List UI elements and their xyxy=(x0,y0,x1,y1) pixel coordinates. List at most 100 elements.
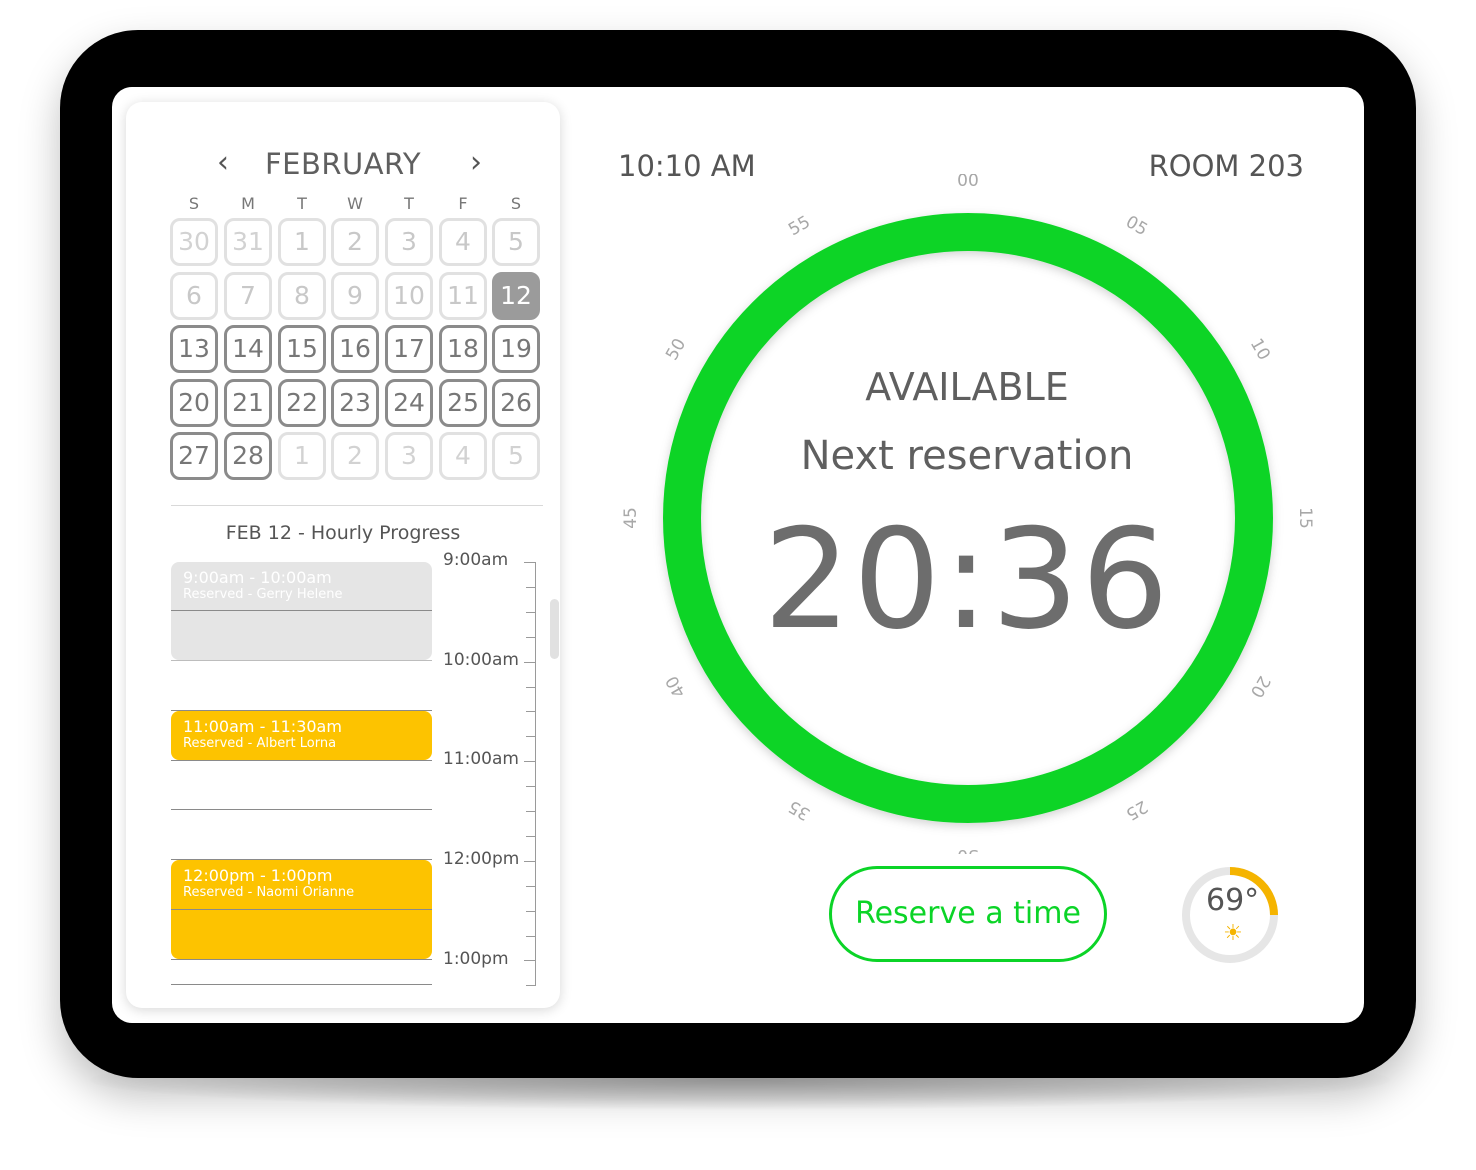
divider xyxy=(171,505,543,506)
calendar-day[interactable]: 14 xyxy=(224,325,272,373)
scrollbar-thumb[interactable] xyxy=(550,599,559,659)
hour-label: 12:00pm xyxy=(443,849,520,869)
reservation-name: Reserved - Gerry Helene xyxy=(183,587,343,602)
time-ruler xyxy=(535,562,536,986)
ruler-tick xyxy=(526,835,535,837)
month-label: FEBRUARY xyxy=(264,147,422,181)
ruler-tick xyxy=(526,786,535,788)
hour-label: 1:00pm xyxy=(443,949,509,969)
minute-mark: 05 xyxy=(1122,212,1151,240)
calendar-day[interactable]: 23 xyxy=(331,378,379,427)
weekday-label: T xyxy=(297,194,307,213)
hour-label: 9:00am xyxy=(443,550,509,570)
calendar-day[interactable]: 27 xyxy=(170,432,218,480)
calendar-day[interactable]: 3 xyxy=(385,432,433,480)
ruler-tick xyxy=(526,935,535,937)
ruler-tick xyxy=(526,885,535,887)
hourly-progress-title: FEB 12 - Hourly Progress xyxy=(225,522,461,544)
calendar-day[interactable]: 8 xyxy=(278,271,326,320)
minute-mark: 20 xyxy=(1246,672,1274,701)
calendar-day[interactable]: 1 xyxy=(278,218,326,266)
weekday-label: S xyxy=(510,194,522,213)
ruler-tick xyxy=(524,960,535,962)
calendar-day[interactable]: 2 xyxy=(331,432,379,480)
timeline-gridline xyxy=(171,760,432,761)
calendar-day[interactable]: 24 xyxy=(385,378,433,427)
reservation-block[interactable]: 9:00am - 10:00am Reserved - Gerry Helene xyxy=(171,562,432,660)
calendar-day[interactable]: 18 xyxy=(439,325,487,373)
sun-icon: ☀ xyxy=(1223,921,1243,946)
calendar-day[interactable]: 13 xyxy=(170,325,218,373)
timeline-gridline xyxy=(171,809,432,810)
calendar-day[interactable]: 22 xyxy=(278,378,326,427)
minute-mark: 00 xyxy=(957,174,979,191)
calendar-day[interactable]: 9 xyxy=(331,271,379,320)
minute-mark: 15 xyxy=(1295,507,1315,529)
ruler-tick xyxy=(526,586,535,588)
calendar-day[interactable]: 19 xyxy=(492,325,540,373)
minute-mark: 25 xyxy=(1122,796,1151,824)
weekday-label: S xyxy=(188,194,200,213)
room-display-screen: ‹ FEBRUARY › S M T W T F S 30 31 1 2 3 4 5 6 7 8 9… xyxy=(112,87,1364,1023)
calendar-day[interactable]: 15 xyxy=(278,325,326,373)
calendar-day[interactable]: 4 xyxy=(439,218,487,266)
status-label: AVAILABLE xyxy=(865,365,1069,409)
minute-mark: 10 xyxy=(1246,335,1274,364)
ruler-tick xyxy=(526,736,535,738)
calendar-day[interactable]: 26 xyxy=(492,378,540,427)
calendar-day[interactable]: 10 xyxy=(385,271,433,320)
timeline-gridline xyxy=(171,660,432,661)
weekday-label: F xyxy=(458,194,468,213)
minute-mark: 45 xyxy=(621,507,641,529)
minute-mark: 50 xyxy=(662,335,690,364)
calendar-day[interactable]: 30 xyxy=(170,218,218,266)
schedule-panel: ‹ FEBRUARY › S M T W T F S 30 31 1 2 3 4 5 6 7 8 9… xyxy=(126,102,560,1008)
ruler-tick xyxy=(526,811,535,812)
reservation-time: 11:00am - 11:30am xyxy=(183,717,342,736)
hourly-timeline: 9:00am - 10:00am Reserved - Gerry Helene… xyxy=(126,550,560,992)
calendar-day[interactable]: 16 xyxy=(331,325,379,373)
calendar-day[interactable]: 21 xyxy=(224,378,272,427)
calendar-day[interactable]: 4 xyxy=(439,432,487,480)
calendar-day-selected[interactable]: 12 xyxy=(492,271,540,320)
reservation-time: 9:00am - 10:00am xyxy=(183,568,332,587)
ruler-tick xyxy=(524,860,535,862)
timeline-gridline xyxy=(171,984,432,985)
calendar-day[interactable]: 6 xyxy=(170,271,218,320)
calendar-day[interactable]: 28 xyxy=(224,432,272,480)
minute-mark: 35 xyxy=(785,796,814,824)
ruler-tick xyxy=(526,611,535,613)
ruler-tick xyxy=(526,686,535,688)
reservation-name: Reserved - Naomi Orianne xyxy=(183,885,355,900)
calendar-day[interactable]: 25 xyxy=(439,378,487,427)
reserve-time-button[interactable]: Reserve a time xyxy=(829,866,1107,962)
minute-mark: 30 xyxy=(957,845,979,854)
minute-mark: 55 xyxy=(785,212,814,240)
calendar-day[interactable]: 2 xyxy=(331,218,379,266)
weather-widget: 69° ☀ xyxy=(1178,863,1282,967)
temperature: 69° xyxy=(1206,883,1260,918)
timeline-gridline xyxy=(171,610,432,611)
ruler-tick xyxy=(524,761,535,763)
reservation-time: 12:00pm - 1:00pm xyxy=(183,866,333,885)
hour-label: 10:00am xyxy=(443,650,519,670)
weekday-label: W xyxy=(347,194,363,213)
weekday-header: S M T W T F S xyxy=(170,194,544,214)
hour-label: 11:00am xyxy=(443,749,519,769)
reservation-block[interactable]: 11:00am - 11:30am Reserved - Albert Lorn… xyxy=(171,711,432,760)
calendar-day[interactable]: 20 xyxy=(170,378,218,427)
calendar-day[interactable]: 17 xyxy=(385,325,433,373)
timeline-gridline xyxy=(171,909,432,910)
month-navigation: ‹ FEBRUARY › xyxy=(126,146,560,186)
calendar-day[interactable]: 5 xyxy=(492,432,540,480)
calendar-day[interactable]: 1 xyxy=(278,432,326,480)
ruler-tick xyxy=(526,636,535,638)
calendar-day[interactable]: 31 xyxy=(224,218,272,266)
calendar-day[interactable]: 11 xyxy=(439,271,487,320)
calendar-day[interactable]: 3 xyxy=(385,218,433,266)
calendar-day[interactable]: 5 xyxy=(492,218,540,266)
chevron-right-icon[interactable]: › xyxy=(461,146,491,182)
reservation-name: Reserved - Albert Lorna xyxy=(183,736,337,751)
ruler-tick xyxy=(526,985,535,987)
calendar-day[interactable]: 7 xyxy=(224,271,272,320)
